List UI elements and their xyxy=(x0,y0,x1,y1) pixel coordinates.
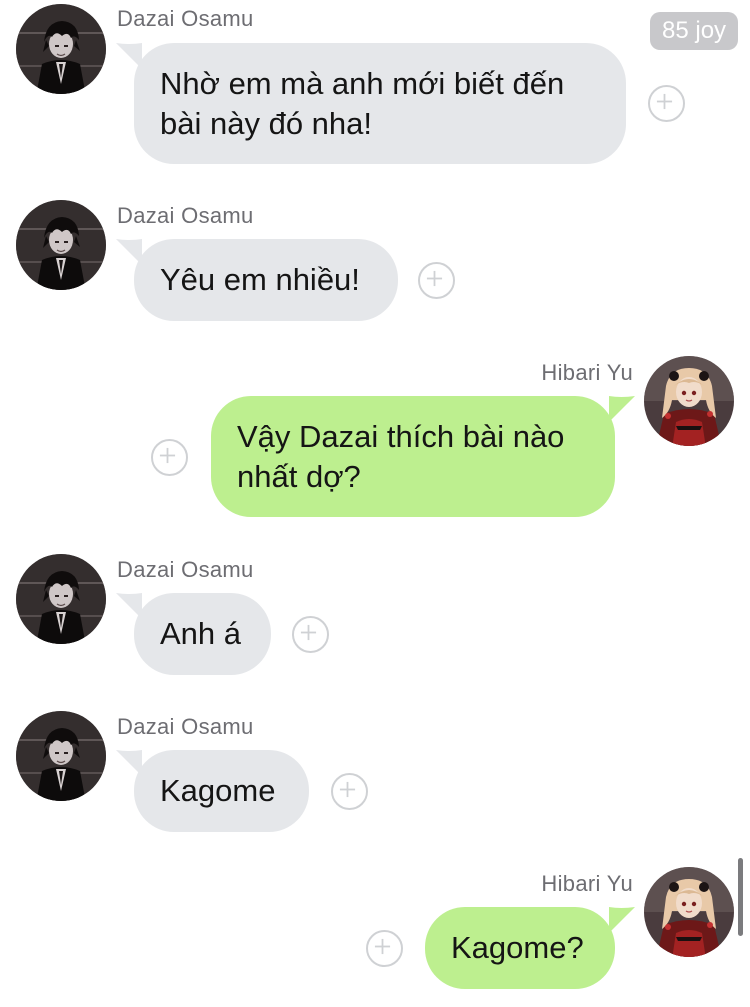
add-reaction-button[interactable] xyxy=(366,930,403,967)
avatar-dark-portrait-icon xyxy=(16,711,106,801)
message-bubble-incoming[interactable]: Kagome xyxy=(116,750,309,832)
plus-circle-icon xyxy=(650,87,683,120)
plus-circle-icon xyxy=(420,264,453,297)
add-reaction-button[interactable] xyxy=(292,616,329,653)
plus-circle-icon xyxy=(333,775,366,808)
hibari-avatar[interactable] xyxy=(644,867,734,957)
message-line: Anh á xyxy=(160,616,242,651)
message-line: Yêu em nhiều! xyxy=(160,262,360,297)
avatar-red-dress-portrait-icon xyxy=(644,356,734,446)
bubble-tail-icon xyxy=(609,396,635,422)
avatar-red-dress-portrait-icon xyxy=(644,867,734,957)
sender-name: Hibari Yu xyxy=(541,360,633,385)
message-bubble-outgoing[interactable]: Kagome? xyxy=(425,907,635,989)
dazai-avatar[interactable] xyxy=(16,4,106,94)
message-bubble-incoming[interactable]: Nhờ em mà anh mới biết đến bài này đó nh… xyxy=(116,43,626,164)
bubble-tail-icon xyxy=(116,43,142,69)
dazai-avatar[interactable] xyxy=(16,554,106,644)
hibari-avatar[interactable] xyxy=(644,356,734,446)
message-line: Kagome? xyxy=(451,930,584,965)
plus-circle-icon xyxy=(153,441,186,474)
message-line: bài này đó nha! xyxy=(160,106,373,141)
bubble-tail-icon xyxy=(116,750,142,776)
add-reaction-button[interactable] xyxy=(331,773,368,810)
sender-name: Hibari Yu xyxy=(541,871,633,896)
message-bubble-incoming[interactable]: Anh á xyxy=(116,593,271,675)
bubble-tail-icon xyxy=(609,907,635,933)
dazai-avatar[interactable] xyxy=(16,200,106,290)
plus-circle-icon xyxy=(368,932,401,965)
avatar-dark-portrait-icon xyxy=(16,4,106,94)
message-line: nhất dợ? xyxy=(237,459,361,494)
add-reaction-button[interactable] xyxy=(648,85,685,122)
message-bubble-outgoing[interactable]: Vậy Dazai thích bài nào nhất dợ? xyxy=(211,396,635,517)
message-bubble-incoming[interactable]: Yêu em nhiều! xyxy=(116,239,398,321)
avatar-dark-portrait-icon xyxy=(16,554,106,644)
message-line: Vậy Dazai thích bài nào xyxy=(237,419,565,454)
sender-name: Dazai Osamu xyxy=(117,203,254,228)
add-reaction-button[interactable] xyxy=(418,262,455,299)
message-line: Kagome xyxy=(160,773,276,808)
scrollbar[interactable] xyxy=(738,858,743,936)
plus-circle-icon xyxy=(294,618,327,651)
message-line: Nhờ em mà anh mới biết đến xyxy=(160,66,565,101)
add-reaction-button[interactable] xyxy=(151,439,188,476)
bubble-tail-icon xyxy=(116,593,142,619)
sender-name: Dazai Osamu xyxy=(117,557,254,582)
sender-name: Dazai Osamu xyxy=(117,714,254,739)
dazai-avatar[interactable] xyxy=(16,711,106,801)
bubble-tail-icon xyxy=(116,239,142,265)
joy-count-badge: 85 joy xyxy=(650,12,739,50)
sender-name: Dazai Osamu xyxy=(117,6,254,31)
avatar-dark-portrait-icon xyxy=(16,200,106,290)
